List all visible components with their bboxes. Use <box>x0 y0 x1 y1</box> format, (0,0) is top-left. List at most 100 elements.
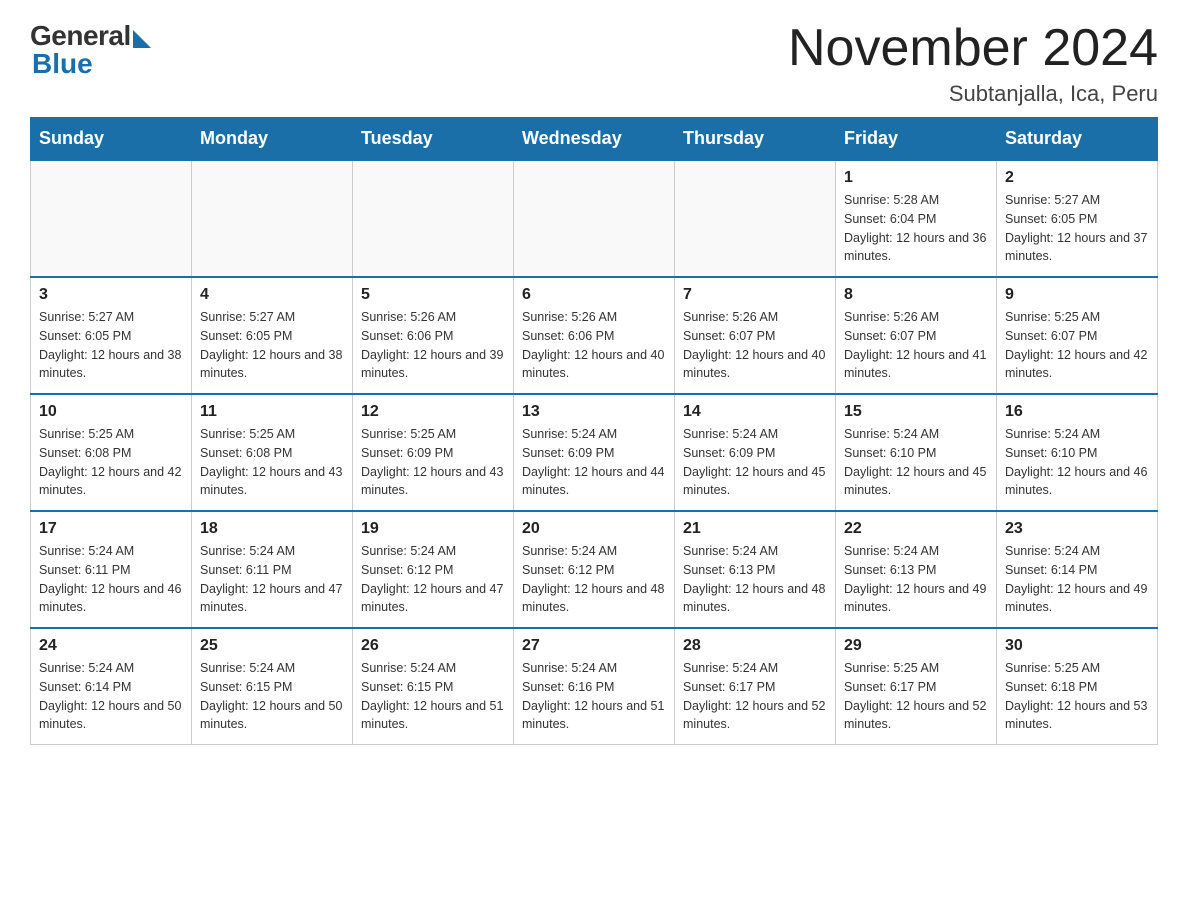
day-info: Sunrise: 5:24 AM Sunset: 6:13 PM Dayligh… <box>683 542 827 617</box>
day-info: Sunrise: 5:24 AM Sunset: 6:09 PM Dayligh… <box>683 425 827 500</box>
table-row: 17 Sunrise: 5:24 AM Sunset: 6:11 PM Dayli… <box>31 511 192 628</box>
day-info: Sunrise: 5:26 AM Sunset: 6:06 PM Dayligh… <box>361 308 505 383</box>
day-info: Sunrise: 5:24 AM Sunset: 6:13 PM Dayligh… <box>844 542 988 617</box>
day-number: 30 <box>1005 637 1149 655</box>
table-row <box>514 160 675 277</box>
day-info: Sunrise: 5:24 AM Sunset: 6:10 PM Dayligh… <box>844 425 988 500</box>
day-info: Sunrise: 5:24 AM Sunset: 6:11 PM Dayligh… <box>39 542 183 617</box>
day-info: Sunrise: 5:24 AM Sunset: 6:15 PM Dayligh… <box>200 659 344 734</box>
day-info: Sunrise: 5:24 AM Sunset: 6:12 PM Dayligh… <box>522 542 666 617</box>
table-row: 16Sunrise: 5:24 AM Sunset: 6:10 PM Dayli… <box>997 394 1158 511</box>
header-friday: Friday <box>836 118 997 161</box>
calendar-week-row: 10Sunrise: 5:25 AM Sunset: 6:08 PM Dayli… <box>31 394 1158 511</box>
day-info: Sunrise: 5:24 AM Sunset: 6:17 PM Dayligh… <box>683 659 827 734</box>
table-row: 4 Sunrise: 5:27 AM Sunset: 6:05 PM Daylig… <box>192 277 353 394</box>
day-number: 12 <box>361 403 505 421</box>
calendar-week-row: 24 Sunrise: 5:24 AM Sunset: 6:14 PM Dayli… <box>31 628 1158 745</box>
day-number: 14 <box>683 403 827 421</box>
table-row: 26 Sunrise: 5:24 AM Sunset: 6:15 PM Dayli… <box>353 628 514 745</box>
table-row: 15 Sunrise: 5:24 AM Sunset: 6:10 PM Dayli… <box>836 394 997 511</box>
day-number: 6 <box>522 286 666 304</box>
day-info: Sunrise: 5:24 AM Sunset: 6:09 PM Dayligh… <box>522 425 666 500</box>
table-row: 19 Sunrise: 5:24 AM Sunset: 6:12 PM Dayli… <box>353 511 514 628</box>
location-subtitle: Subtanjalla, Ica, Peru <box>788 81 1158 107</box>
day-number: 19 <box>361 520 505 538</box>
calendar-week-row: 1 Sunrise: 5:28 AM Sunset: 6:04 PM Daylig… <box>31 160 1158 277</box>
day-info: Sunrise: 5:25 AM Sunset: 6:17 PM Dayligh… <box>844 659 988 734</box>
day-info: Sunrise: 5:24 AM Sunset: 6:12 PM Dayligh… <box>361 542 505 617</box>
day-number: 2 <box>1005 169 1149 187</box>
header-saturday: Saturday <box>997 118 1158 161</box>
day-number: 17 <box>39 520 183 538</box>
table-row <box>31 160 192 277</box>
day-number: 8 <box>844 286 988 304</box>
day-info: Sunrise: 5:25 AM Sunset: 6:09 PM Dayligh… <box>361 425 505 500</box>
table-row: 28 Sunrise: 5:24 AM Sunset: 6:17 PM Dayli… <box>675 628 836 745</box>
day-info: Sunrise: 5:25 AM Sunset: 6:18 PM Dayligh… <box>1005 659 1149 734</box>
header-sunday: Sunday <box>31 118 192 161</box>
table-row: 10Sunrise: 5:25 AM Sunset: 6:08 PM Dayli… <box>31 394 192 511</box>
day-number: 22 <box>844 520 988 538</box>
header-thursday: Thursday <box>675 118 836 161</box>
day-info: Sunrise: 5:24 AM Sunset: 6:10 PM Dayligh… <box>1005 425 1149 500</box>
table-row: 9 Sunrise: 5:25 AM Sunset: 6:07 PM Daylig… <box>997 277 1158 394</box>
day-number: 9 <box>1005 286 1149 304</box>
table-row: 1 Sunrise: 5:28 AM Sunset: 6:04 PM Daylig… <box>836 160 997 277</box>
table-row: 14 Sunrise: 5:24 AM Sunset: 6:09 PM Dayli… <box>675 394 836 511</box>
day-number: 26 <box>361 637 505 655</box>
calendar-header-row: Sunday Monday Tuesday Wednesday Thursday… <box>31 118 1158 161</box>
table-row: 29 Sunrise: 5:25 AM Sunset: 6:17 PM Dayli… <box>836 628 997 745</box>
table-row: 27 Sunrise: 5:24 AM Sunset: 6:16 PM Dayli… <box>514 628 675 745</box>
day-info: Sunrise: 5:24 AM Sunset: 6:15 PM Dayligh… <box>361 659 505 734</box>
table-row: 22 Sunrise: 5:24 AM Sunset: 6:13 PM Dayli… <box>836 511 997 628</box>
header-tuesday: Tuesday <box>353 118 514 161</box>
day-number: 7 <box>683 286 827 304</box>
day-number: 11 <box>200 403 344 421</box>
table-row: 23 Sunrise: 5:24 AM Sunset: 6:14 PM Dayli… <box>997 511 1158 628</box>
day-info: Sunrise: 5:24 AM Sunset: 6:16 PM Dayligh… <box>522 659 666 734</box>
table-row <box>675 160 836 277</box>
day-number: 18 <box>200 520 344 538</box>
day-number: 21 <box>683 520 827 538</box>
table-row: 11Sunrise: 5:25 AM Sunset: 6:08 PM Dayli… <box>192 394 353 511</box>
table-row: 12 Sunrise: 5:25 AM Sunset: 6:09 PM Dayli… <box>353 394 514 511</box>
calendar-table: Sunday Monday Tuesday Wednesday Thursday… <box>30 117 1158 745</box>
day-number: 28 <box>683 637 827 655</box>
logo: General Blue <box>30 20 151 80</box>
table-row: 18Sunrise: 5:24 AM Sunset: 6:11 PM Dayli… <box>192 511 353 628</box>
day-info: Sunrise: 5:27 AM Sunset: 6:05 PM Dayligh… <box>200 308 344 383</box>
day-number: 15 <box>844 403 988 421</box>
logo-triangle-icon <box>133 30 151 48</box>
day-number: 4 <box>200 286 344 304</box>
table-row: 25 Sunrise: 5:24 AM Sunset: 6:15 PM Dayli… <box>192 628 353 745</box>
table-row: 2Sunrise: 5:27 AM Sunset: 6:05 PM Daylig… <box>997 160 1158 277</box>
day-info: Sunrise: 5:25 AM Sunset: 6:08 PM Dayligh… <box>39 425 183 500</box>
day-number: 25 <box>200 637 344 655</box>
table-row: 6 Sunrise: 5:26 AM Sunset: 6:06 PM Daylig… <box>514 277 675 394</box>
day-info: Sunrise: 5:26 AM Sunset: 6:07 PM Dayligh… <box>683 308 827 383</box>
day-number: 29 <box>844 637 988 655</box>
day-info: Sunrise: 5:25 AM Sunset: 6:07 PM Dayligh… <box>1005 308 1149 383</box>
day-info: Sunrise: 5:24 AM Sunset: 6:14 PM Dayligh… <box>39 659 183 734</box>
day-info: Sunrise: 5:28 AM Sunset: 6:04 PM Dayligh… <box>844 191 988 266</box>
table-row: 21 Sunrise: 5:24 AM Sunset: 6:13 PM Dayli… <box>675 511 836 628</box>
day-number: 24 <box>39 637 183 655</box>
calendar-week-row: 17 Sunrise: 5:24 AM Sunset: 6:11 PM Dayli… <box>31 511 1158 628</box>
day-number: 3 <box>39 286 183 304</box>
day-number: 27 <box>522 637 666 655</box>
table-row: 3Sunrise: 5:27 AM Sunset: 6:05 PM Daylig… <box>31 277 192 394</box>
table-row <box>353 160 514 277</box>
logo-blue-text: Blue <box>32 48 93 80</box>
table-row: 30 Sunrise: 5:25 AM Sunset: 6:18 PM Dayli… <box>997 628 1158 745</box>
day-number: 23 <box>1005 520 1149 538</box>
table-row: 5 Sunrise: 5:26 AM Sunset: 6:06 PM Daylig… <box>353 277 514 394</box>
table-row: 24 Sunrise: 5:24 AM Sunset: 6:14 PM Dayli… <box>31 628 192 745</box>
day-number: 1 <box>844 169 988 187</box>
header-monday: Monday <box>192 118 353 161</box>
day-number: 5 <box>361 286 505 304</box>
day-info: Sunrise: 5:24 AM Sunset: 6:14 PM Dayligh… <box>1005 542 1149 617</box>
day-info: Sunrise: 5:26 AM Sunset: 6:06 PM Dayligh… <box>522 308 666 383</box>
calendar-week-row: 3 Sunrise: 5:27 AM Sunset: 6:05 PM Daylig… <box>31 277 1158 394</box>
title-block: November 2024 Subtanjalla, Ica, Peru <box>788 20 1158 107</box>
month-title: November 2024 <box>788 20 1158 77</box>
